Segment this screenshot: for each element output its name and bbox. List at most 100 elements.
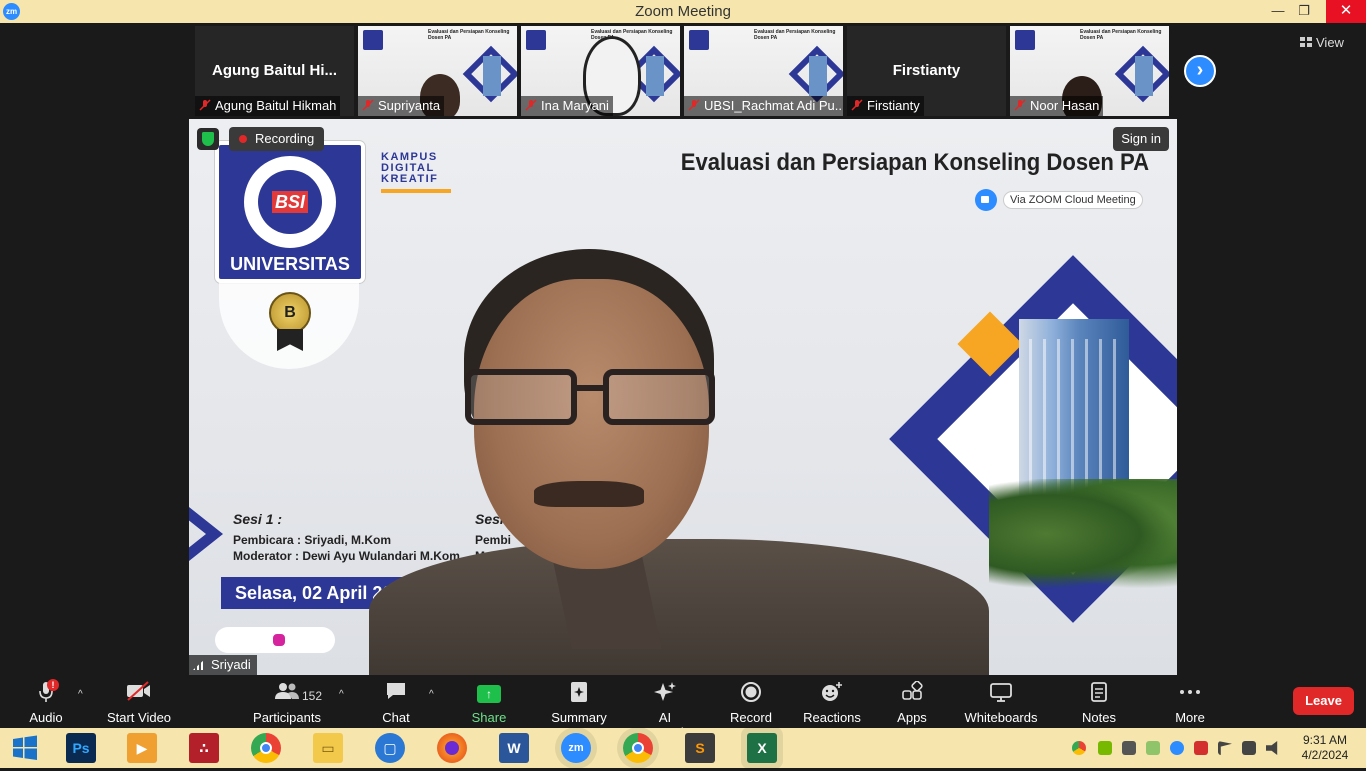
network-tray-icon[interactable] — [1242, 741, 1256, 755]
next-page-button[interactable]: › — [1184, 55, 1216, 87]
clock-date: 4/2/2024 — [1301, 748, 1349, 762]
university-label: UNIVERSITAS — [230, 254, 350, 274]
leave-button[interactable]: Leave — [1293, 687, 1354, 715]
participant-tile[interactable]: Evaluasi dan Persiapan Konseling Dosen P… — [521, 26, 680, 116]
via-zoom-text: Via ZOOM Cloud Meeting — [1003, 191, 1143, 209]
participant-name: Noor Hasan — [1030, 98, 1100, 113]
video-off-icon — [104, 681, 174, 707]
photoshop-icon: Ps — [72, 740, 90, 756]
participant-name: Agung Baitul Hikmah — [215, 98, 337, 113]
muted-mic-icon — [688, 99, 700, 111]
maximize-button[interactable]: ❐ — [1290, 0, 1318, 23]
word-taskbar-button[interactable]: W — [499, 733, 529, 763]
apps-button[interactable]: Apps — [890, 680, 934, 725]
slide-mini-title: Evaluasi dan Persiapan Konseling Dosen P… — [1080, 29, 1162, 41]
firefox-taskbar-button[interactable] — [437, 733, 467, 763]
notes-icon — [1078, 681, 1120, 707]
window-title-bar: zm Zoom Meeting — ❐ ✕ — [0, 0, 1366, 23]
more-icon — [1168, 681, 1212, 707]
participant-tile[interactable]: Evaluasi dan Persiapan Konseling Dosen P… — [684, 26, 843, 116]
pdf-tray-icon[interactable] — [1194, 741, 1208, 755]
sparkle-icon — [624, 681, 706, 707]
chat-button[interactable]: Chat — [374, 681, 418, 725]
bsi-logo-icon — [363, 30, 383, 50]
participant-display-name: Firstianty — [892, 62, 961, 79]
mendeley-icon: ∴ — [199, 740, 209, 756]
bsi-logo-icon — [1015, 30, 1035, 50]
speaker-glasses — [465, 369, 725, 429]
more-button[interactable]: More — [1168, 681, 1212, 725]
more-label: More — [1175, 710, 1205, 725]
whiteboards-button[interactable]: Whiteboards — [962, 681, 1040, 725]
chat-icon — [374, 681, 418, 707]
trees-image — [989, 479, 1177, 589]
participant-tile[interactable]: Firstianty Firstianty — [847, 26, 1006, 116]
sublime-taskbar-button[interactable]: S — [685, 733, 715, 763]
zoom-tray-icon[interactable] — [1170, 741, 1184, 755]
participant-label: Noor Hasan — [1010, 96, 1104, 116]
firefox-icon — [445, 741, 459, 755]
kampus-digital-kreatif-logo: KAMPUS DIGITAL KREATIF — [381, 152, 451, 196]
mendeley-taskbar-button[interactable]: ∴ — [189, 733, 219, 763]
remote-desktop-taskbar-button[interactable]: ▢ — [375, 733, 405, 763]
view-button[interactable]: View — [1300, 35, 1344, 50]
participants-button[interactable]: 152 Participants — [252, 681, 322, 725]
muted-mic-icon — [851, 99, 863, 111]
record-button[interactable]: Record — [728, 681, 774, 725]
file-explorer-taskbar-button[interactable]: ▭ — [313, 733, 343, 763]
participant-tile[interactable]: Agung Baitul Hi... Agung Baitul Hikmah — [195, 26, 354, 116]
participant-label: Supriyanta — [358, 96, 445, 116]
participant-count: 152 — [302, 689, 323, 703]
zoom-taskbar-button[interactable]: zm — [561, 733, 591, 763]
photoshop-taskbar-button[interactable]: Ps — [66, 733, 96, 763]
monitor-icon: ▢ — [383, 740, 397, 756]
participant-name: Supriyanta — [378, 98, 441, 113]
audio-label: Audio — [29, 710, 63, 725]
minimize-button[interactable]: — — [1264, 0, 1292, 23]
signal-strength-icon — [193, 659, 205, 670]
participant-tile[interactable]: Evaluasi dan Persiapan Konseling Dosen P… — [1010, 26, 1169, 116]
encryption-shield-icon[interactable] — [197, 128, 219, 150]
chevron-right-icon: › — [1196, 59, 1204, 81]
system-clock[interactable]: 9:31 AM 4/2/2024 — [1290, 733, 1360, 763]
decor-chevron — [189, 507, 223, 561]
reactions-icon — [802, 681, 862, 707]
summary-button[interactable]: Summary — [548, 681, 610, 725]
chrome-profile-taskbar-button[interactable] — [623, 733, 653, 763]
participant-name: Ina Maryani — [541, 98, 609, 113]
window-title: Zoom Meeting — [635, 3, 731, 20]
social-media-pill — [215, 627, 335, 653]
volume-tray-icon[interactable] — [1266, 741, 1278, 755]
speaker-name-tag: Sriyadi — [189, 655, 257, 675]
chrome-taskbar-button[interactable] — [251, 733, 281, 763]
flag-tray-icon[interactable] — [1218, 741, 1232, 755]
chrome-tray-icon[interactable] — [1072, 741, 1086, 755]
bsi-logo-icon — [526, 30, 546, 50]
start-video-button[interactable]: Start Video — [104, 681, 174, 725]
excel-taskbar-button[interactable]: X — [747, 733, 777, 763]
caret-up-icon: ^ — [339, 689, 344, 700]
participant-name: Firstianty — [867, 98, 920, 113]
word-icon: W — [507, 740, 521, 756]
nvidia-tray-icon[interactable] — [1098, 741, 1112, 755]
participant-display-name: Agung Baitul Hi... — [212, 62, 337, 79]
building-image — [809, 56, 827, 96]
media-player-taskbar-button[interactable]: ▶ — [127, 733, 157, 763]
sign-in-button[interactable]: Sign in — [1113, 127, 1169, 151]
sync-tray-icon[interactable] — [1146, 741, 1160, 755]
active-speaker-video[interactable]: BSI UNIVERSITAS B KAMPUS DIGITAL KREATIF… — [189, 119, 1177, 675]
participant-tile[interactable]: Evaluasi dan Persiapan Konseling Dosen P… — [358, 26, 517, 116]
notes-button[interactable]: Notes — [1078, 681, 1120, 725]
folder-icon: ▭ — [321, 740, 335, 756]
tool-tray-icon[interactable] — [1122, 741, 1136, 755]
muted-mic-icon — [199, 99, 211, 111]
audio-button[interactable]: ! Audio — [22, 679, 70, 725]
close-button[interactable]: ✕ — [1326, 0, 1366, 23]
windows-start-button[interactable] — [10, 733, 40, 763]
recording-indicator[interactable]: Recording — [229, 127, 325, 151]
grid-icon — [1300, 37, 1312, 47]
muted-mic-icon — [362, 99, 374, 111]
reactions-button[interactable]: Reactions — [802, 681, 862, 725]
bsi-university-logo: BSI UNIVERSITAS — [215, 141, 365, 283]
participant-label: Firstianty — [847, 96, 924, 116]
